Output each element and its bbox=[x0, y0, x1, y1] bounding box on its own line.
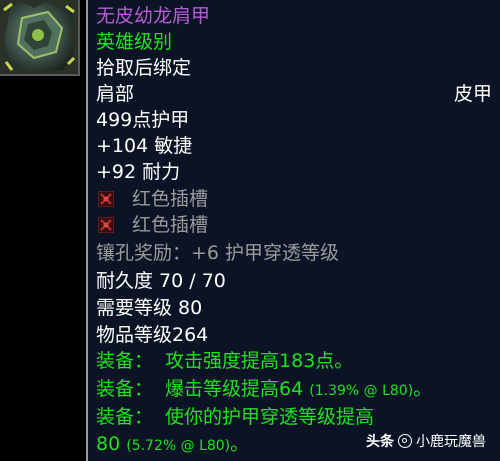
item-armor: 499点护甲 bbox=[96, 109, 190, 131]
red-socket-icon bbox=[97, 188, 115, 208]
equip-prefix: 装备： bbox=[96, 378, 154, 400]
equip-text: 攻击强度提高183点。 bbox=[165, 350, 354, 372]
item-difficulty: 英雄级别 bbox=[96, 31, 173, 53]
equip-effect-3-cont: 80 (5.72% @ L80)。 bbox=[96, 431, 249, 459]
equip-detail: (5.72% @ L80) bbox=[126, 438, 231, 454]
red-socket-icon bbox=[97, 214, 115, 234]
item-level: 物品等级264 bbox=[96, 324, 209, 346]
equip-effect-1: 装备： 攻击强度提高183点。 bbox=[96, 348, 353, 374]
equip-effect-3: 装备： 使你的护甲穿透等级提高 bbox=[96, 404, 374, 430]
equip-text-cont: 80 bbox=[96, 433, 121, 455]
item-icon[interactable] bbox=[0, 0, 80, 76]
watermark-brand: 头条 bbox=[366, 434, 394, 450]
equip-text: 爆击等级提高64 bbox=[165, 378, 304, 400]
socket-label: 红色插槽 bbox=[132, 188, 209, 210]
socket-row: 红色插槽 bbox=[96, 212, 208, 238]
item-stat-stamina: +92 耐力 bbox=[96, 161, 181, 183]
equip-suffix: 。 bbox=[413, 378, 433, 400]
equip-suffix: 。 bbox=[230, 433, 250, 455]
equip-effect-2: 装备： 爆击等级提高64 (1.39% @ L80)。 bbox=[96, 376, 432, 404]
item-bind: 拾取后绑定 bbox=[96, 57, 192, 79]
equip-detail: (1.39% @ L80) bbox=[309, 383, 414, 399]
item-armor-type: 皮甲 bbox=[453, 83, 492, 105]
socket-bonus: 镶孔奖励：+6 护甲穿透等级 bbox=[96, 242, 340, 264]
item-name: 无皮幼龙肩甲 bbox=[96, 5, 211, 27]
item-stat-agility: +104 敏捷 bbox=[96, 135, 193, 157]
equip-prefix: 装备： bbox=[96, 350, 154, 372]
item-slot: 肩部 bbox=[96, 83, 135, 105]
socket-label: 红色插槽 bbox=[132, 214, 209, 236]
equip-text: 使你的护甲穿透等级提高 bbox=[165, 406, 375, 428]
item-required-level: 需要等级 80 bbox=[96, 297, 203, 319]
socket-row: 红色插槽 bbox=[96, 186, 208, 212]
item-durability: 耐久度 70 / 70 bbox=[96, 270, 226, 292]
equip-prefix: 装备： bbox=[96, 406, 154, 428]
at-icon bbox=[398, 434, 412, 448]
item-tooltip: 无皮幼龙肩甲 英雄级别 拾取后绑定 肩部 皮甲 499点护甲 +104 敏捷 +… bbox=[86, 0, 500, 461]
watermark: 头条 小鹿玩魔兽 bbox=[366, 431, 486, 451]
watermark-user: 小鹿玩魔兽 bbox=[416, 434, 486, 450]
